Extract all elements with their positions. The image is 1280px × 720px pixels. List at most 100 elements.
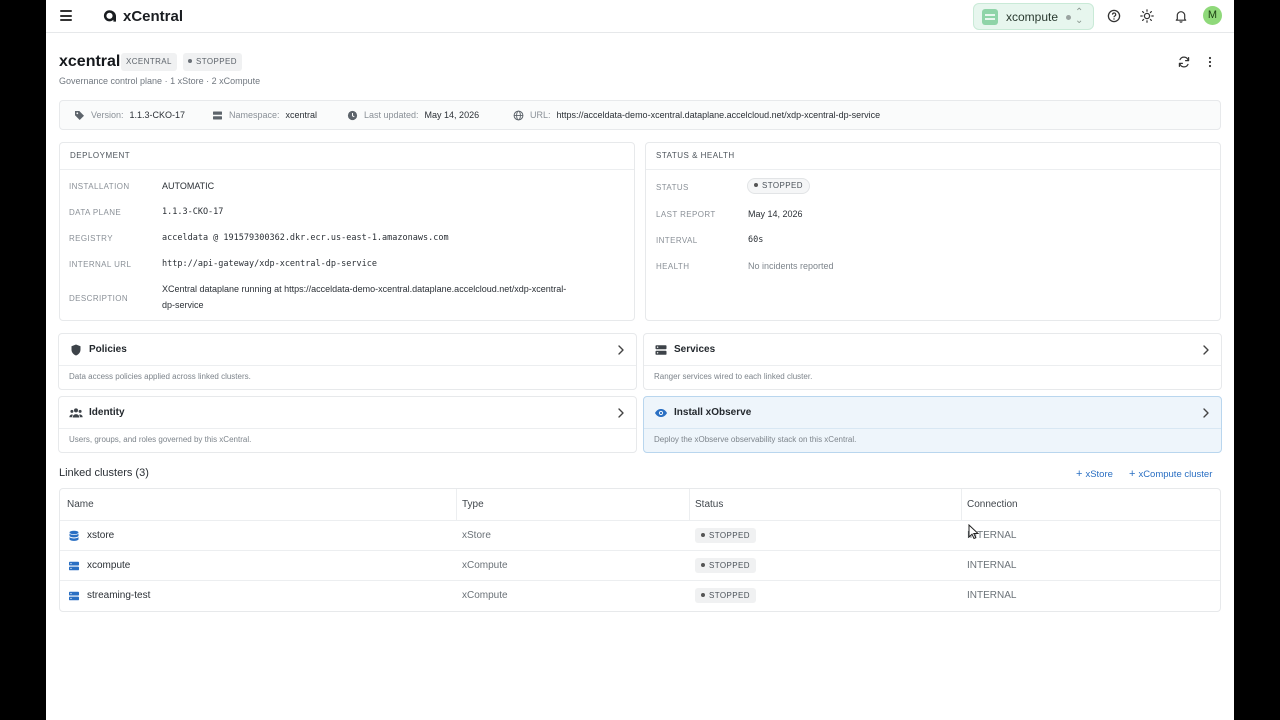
policies-desc: Data access policies applied across link…	[69, 372, 251, 381]
server-icon	[69, 591, 79, 601]
refresh-icon[interactable]	[1177, 55, 1191, 69]
app-logo-icon	[103, 10, 116, 22]
deployment-heading: DEPLOYMENT	[70, 151, 131, 160]
chevron-right-icon	[618, 408, 624, 418]
chevron-right-icon	[1203, 345, 1209, 355]
status-badge-label: STOPPED	[709, 561, 750, 570]
status-health-heading: STATUS & HEALTH	[656, 151, 735, 160]
status-dot	[754, 182, 758, 187]
sun-icon[interactable]	[1139, 8, 1155, 24]
updated-value: May 14, 2026	[424, 110, 480, 120]
more-vertical-icon[interactable]	[1203, 55, 1217, 69]
table-row[interactable]: streaming-test xCompute STOPPED INTERNAL	[60, 580, 1220, 610]
col-header-name[interactable]: Name	[67, 499, 94, 510]
namespace-value: xcentral	[285, 110, 318, 120]
status-badge: STOPPED	[183, 53, 242, 71]
services-icon	[655, 345, 667, 355]
status-badge: STOPPED	[695, 558, 756, 573]
identity-desc: Users, groups, and roles governed by thi…	[69, 435, 252, 444]
clusters-table: Name Type Status Connection xstore xStor…	[59, 488, 1221, 612]
col-header-type[interactable]: Type	[462, 499, 484, 510]
installation-value: AUTOMATIC	[162, 181, 215, 191]
eye-icon	[655, 409, 667, 417]
description-line-1: XCentral dataplane running at https://ac…	[162, 284, 567, 294]
bell-icon[interactable]	[1173, 8, 1189, 24]
identity-title: Identity	[89, 407, 125, 418]
col-header-status[interactable]: Status	[695, 499, 723, 510]
updated-label: Last updated:	[364, 110, 419, 120]
registry-value: acceldata @ 191579300362.dkr.ecr.us-east…	[162, 233, 449, 243]
internal-url-label: INTERNAL URL	[69, 260, 132, 269]
chevron-updown-icon: ⌃ ⌄	[1075, 7, 1084, 26]
cluster-type: xStore	[462, 530, 491, 541]
url-label: URL:	[530, 110, 551, 120]
url-link[interactable]: https://acceldata-demo-xcentral.dataplan…	[557, 110, 881, 120]
policies-card[interactable]: Policies Data access policies applied ac…	[58, 333, 637, 390]
health-value: No incidents reported	[748, 261, 834, 271]
avatar[interactable]: M	[1203, 6, 1222, 25]
dataplane-value: 1.1.3-CKO-17	[162, 207, 224, 217]
last-report-label: LAST REPORT	[656, 210, 716, 219]
help-icon[interactable]	[1106, 8, 1122, 24]
cluster-connection: INTERNAL	[967, 560, 1017, 571]
version-label: Version:	[91, 110, 124, 120]
health-label: HEALTH	[656, 262, 690, 271]
info-version: Version: 1.1.3-CKO-17	[75, 110, 185, 120]
table-row[interactable]: xcompute xCompute STOPPED INTERNAL	[60, 550, 1220, 580]
panel-divider	[646, 169, 1220, 170]
chevron-right-icon	[1203, 408, 1209, 418]
last-report-value: May 14, 2026	[748, 209, 803, 219]
status-badge: STOPPED	[747, 178, 810, 194]
cluster-selector[interactable]: xcompute ⌃ ⌄	[973, 3, 1094, 30]
add-xstore-label: xStore	[1085, 469, 1113, 480]
identity-card[interactable]: Identity Users, groups, and roles govern…	[58, 396, 637, 453]
services-card[interactable]: Services Ranger services wired to each l…	[643, 333, 1222, 390]
column-divider	[689, 489, 690, 520]
app-window: xCentral xcompute ⌃ ⌄ M xcentral XCENTRA…	[46, 0, 1234, 720]
status-label: STATUS	[656, 183, 689, 192]
server-icon	[213, 111, 222, 120]
add-xcompute-link[interactable]: + xCompute cluster	[1129, 468, 1212, 480]
page-subtitle: Governance control plane · 1 xStore · 2 …	[59, 76, 261, 86]
panel-divider	[60, 169, 634, 170]
status-badge: STOPPED	[695, 588, 756, 603]
cluster-name[interactable]: streaming-test	[69, 590, 151, 601]
chevron-right-icon	[618, 345, 624, 355]
card-divider	[59, 428, 636, 429]
type-tag: XCENTRAL	[121, 53, 177, 71]
hamburger-icon[interactable]	[60, 10, 72, 21]
info-namespace: Namespace: xcentral	[213, 110, 318, 120]
internal-url-value: http://api-gateway/xdp-xcentral-dp-servi…	[162, 259, 377, 269]
top-bar: xCentral xcompute ⌃ ⌄ M	[46, 0, 1234, 33]
deployment-panel: DEPLOYMENT INSTALLATION AUTOMATIC DATA P…	[59, 142, 635, 321]
cluster-name[interactable]: xstore	[69, 530, 114, 541]
status-health-panel: STATUS & HEALTH STATUS STOPPED LAST REPO…	[645, 142, 1221, 321]
plus-icon: +	[1129, 468, 1136, 480]
shield-icon	[71, 344, 81, 356]
description-label: DESCRIPTION	[69, 294, 129, 303]
installation-label: INSTALLATION	[69, 182, 130, 191]
interval-value: 60s	[748, 235, 764, 245]
card-divider	[644, 365, 1221, 366]
status-badge-label: STOPPED	[709, 531, 750, 540]
add-xstore-link[interactable]: + xStore	[1076, 468, 1113, 480]
dataplane-label: DATA PLANE	[69, 208, 122, 217]
registry-label: REGISTRY	[69, 234, 113, 243]
app-title: xCentral	[123, 8, 184, 25]
services-desc: Ranger services wired to each linked clu…	[654, 372, 813, 381]
globe-icon	[513, 110, 524, 121]
install-xobserve-title: Install xObserve	[674, 407, 752, 418]
linked-clusters-title: Linked clusters (3)	[59, 467, 149, 479]
cluster-connection: INTERNAL	[967, 590, 1017, 601]
install-xobserve-desc: Deploy the xObserve observability stack …	[654, 435, 857, 444]
status-dot	[188, 58, 192, 63]
cluster-type: xCompute	[462, 560, 508, 571]
install-xobserve-card[interactable]: Install xObserve Deploy the xObserve obs…	[643, 396, 1222, 453]
info-url: URL: https://acceldata-demo-xcentral.data…	[513, 110, 881, 121]
column-divider	[961, 489, 962, 520]
table-row[interactable]: xstore xStore STOPPED INTERNAL	[60, 520, 1220, 550]
services-title: Services	[674, 344, 716, 355]
cluster-name[interactable]: xcompute	[69, 560, 130, 571]
col-header-connection[interactable]: Connection	[967, 499, 1018, 510]
cluster-name-label: streaming-test	[87, 590, 151, 601]
